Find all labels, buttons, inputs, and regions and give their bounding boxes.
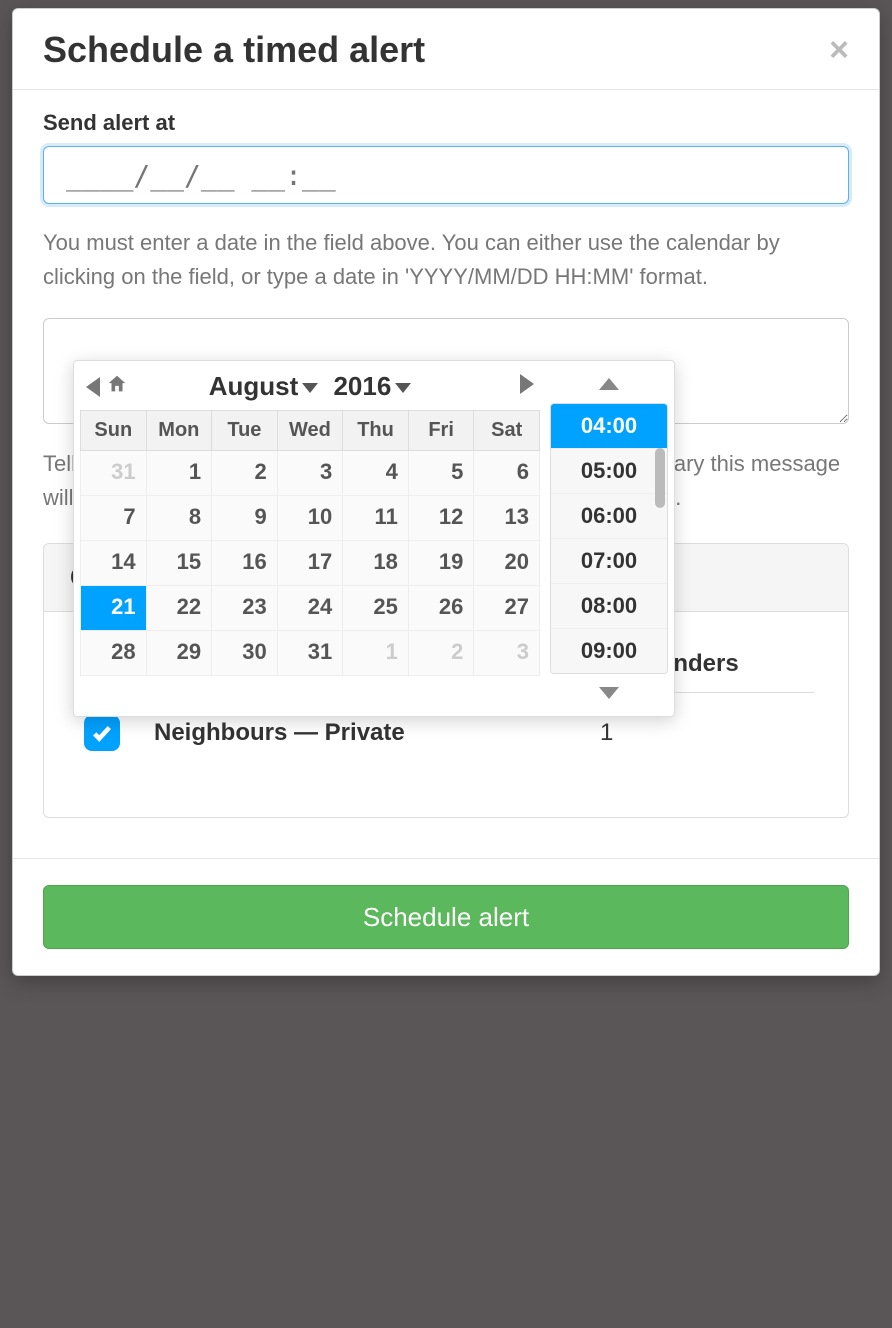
calendar-day[interactable]: 25: [343, 586, 409, 631]
chevron-down-icon: [395, 383, 411, 393]
time-option[interactable]: 04:00: [551, 404, 667, 449]
calendar-day[interactable]: 19: [408, 541, 474, 586]
time-option[interactable]: 05:00: [551, 449, 667, 494]
calendar-day[interactable]: 28: [81, 631, 147, 676]
calendar-day[interactable]: 6: [474, 451, 540, 496]
time-scrollbar[interactable]: [655, 448, 665, 508]
calendar-day-header: Thu: [343, 411, 409, 451]
calendar-day[interactable]: 12: [408, 496, 474, 541]
calendar-grid: SunMonTueWedThuFriSat 311234567891011121…: [80, 410, 540, 676]
calendar-day-header: Sat: [474, 411, 540, 451]
schedule-alert-modal: Schedule a timed alert × Send alert at Y…: [12, 8, 880, 976]
calendar-day[interactable]: 13: [474, 496, 540, 541]
calendar-day[interactable]: 2: [408, 631, 474, 676]
chevron-up-icon: [599, 378, 619, 390]
calendar-day[interactable]: 31: [81, 451, 147, 496]
time-list: 04:0005:0006:0007:0008:0009:00: [550, 403, 668, 674]
calendar-day-header: Fri: [408, 411, 474, 451]
calendar-day[interactable]: 10: [277, 496, 343, 541]
send-at-label: Send alert at: [43, 110, 849, 136]
prev-month-icon[interactable]: [86, 377, 100, 397]
calendar-day[interactable]: 1: [343, 631, 409, 676]
modal-header: Schedule a timed alert ×: [13, 9, 879, 90]
close-icon[interactable]: ×: [829, 33, 849, 67]
calendar-day[interactable]: 26: [408, 586, 474, 631]
calendar-day[interactable]: 11: [343, 496, 409, 541]
calendar-day-header: Sun: [81, 411, 147, 451]
year-select[interactable]: 2016: [329, 371, 415, 401]
modal-title: Schedule a timed alert: [43, 29, 425, 71]
calendar-day[interactable]: 21: [81, 586, 147, 631]
send-at-help: You must enter a date in the field above…: [43, 226, 849, 294]
chevron-down-icon: [302, 383, 318, 393]
calendar: August 2016 SunMonTueWedThuFriSat 311234…: [80, 365, 540, 712]
calendar-day[interactable]: 3: [474, 631, 540, 676]
calendar-day[interactable]: 31: [277, 631, 343, 676]
calendar-day[interactable]: 8: [146, 496, 212, 541]
calendar-day[interactable]: 17: [277, 541, 343, 586]
calendar-day-header: Mon: [146, 411, 212, 451]
calendar-day[interactable]: 15: [146, 541, 212, 586]
calendar-day[interactable]: 23: [212, 586, 278, 631]
calendar-day[interactable]: 20: [474, 541, 540, 586]
calendar-day[interactable]: 3: [277, 451, 343, 496]
calendar-day-header: Wed: [277, 411, 343, 451]
calendar-day[interactable]: 24: [277, 586, 343, 631]
time-scroll-down[interactable]: [550, 674, 668, 712]
time-option[interactable]: 06:00: [551, 494, 667, 539]
month-label: August: [209, 371, 299, 401]
chevron-down-icon: [599, 687, 619, 699]
calendar-day[interactable]: 4: [343, 451, 409, 496]
time-scroll-up[interactable]: [550, 365, 668, 403]
calendar-day[interactable]: 1: [146, 451, 212, 496]
calendar-nav: August 2016: [80, 365, 540, 410]
calendar-day[interactable]: 16: [212, 541, 278, 586]
calendar-day-header: Tue: [212, 411, 278, 451]
calendar-day[interactable]: 9: [212, 496, 278, 541]
datetime-picker: August 2016 SunMonTueWedThuFriSat 311234…: [73, 360, 675, 717]
time-option[interactable]: 07:00: [551, 539, 667, 584]
calendar-day[interactable]: 30: [212, 631, 278, 676]
schedule-alert-button[interactable]: Schedule alert: [43, 885, 849, 949]
time-option[interactable]: 09:00: [551, 629, 667, 673]
calendar-day[interactable]: 2: [212, 451, 278, 496]
calendar-day[interactable]: 7: [81, 496, 147, 541]
calendar-day[interactable]: 14: [81, 541, 147, 586]
send-at-input[interactable]: [43, 146, 849, 204]
calendar-day[interactable]: 29: [146, 631, 212, 676]
next-month-icon[interactable]: [520, 374, 534, 394]
modal-footer: Schedule alert: [13, 858, 879, 975]
time-option[interactable]: 08:00: [551, 584, 667, 629]
year-label: 2016: [333, 371, 391, 401]
modal-body: Send alert at You must enter a date in t…: [13, 90, 879, 858]
team-checkbox[interactable]: [84, 715, 120, 751]
time-column: 04:0005:0006:0007:0008:0009:00: [550, 365, 668, 712]
home-icon[interactable]: [106, 373, 128, 400]
calendar-day[interactable]: 5: [408, 451, 474, 496]
month-select[interactable]: August: [205, 371, 330, 401]
calendar-day[interactable]: 18: [343, 541, 409, 586]
calendar-day[interactable]: 22: [146, 586, 212, 631]
calendar-day[interactable]: 27: [474, 586, 540, 631]
